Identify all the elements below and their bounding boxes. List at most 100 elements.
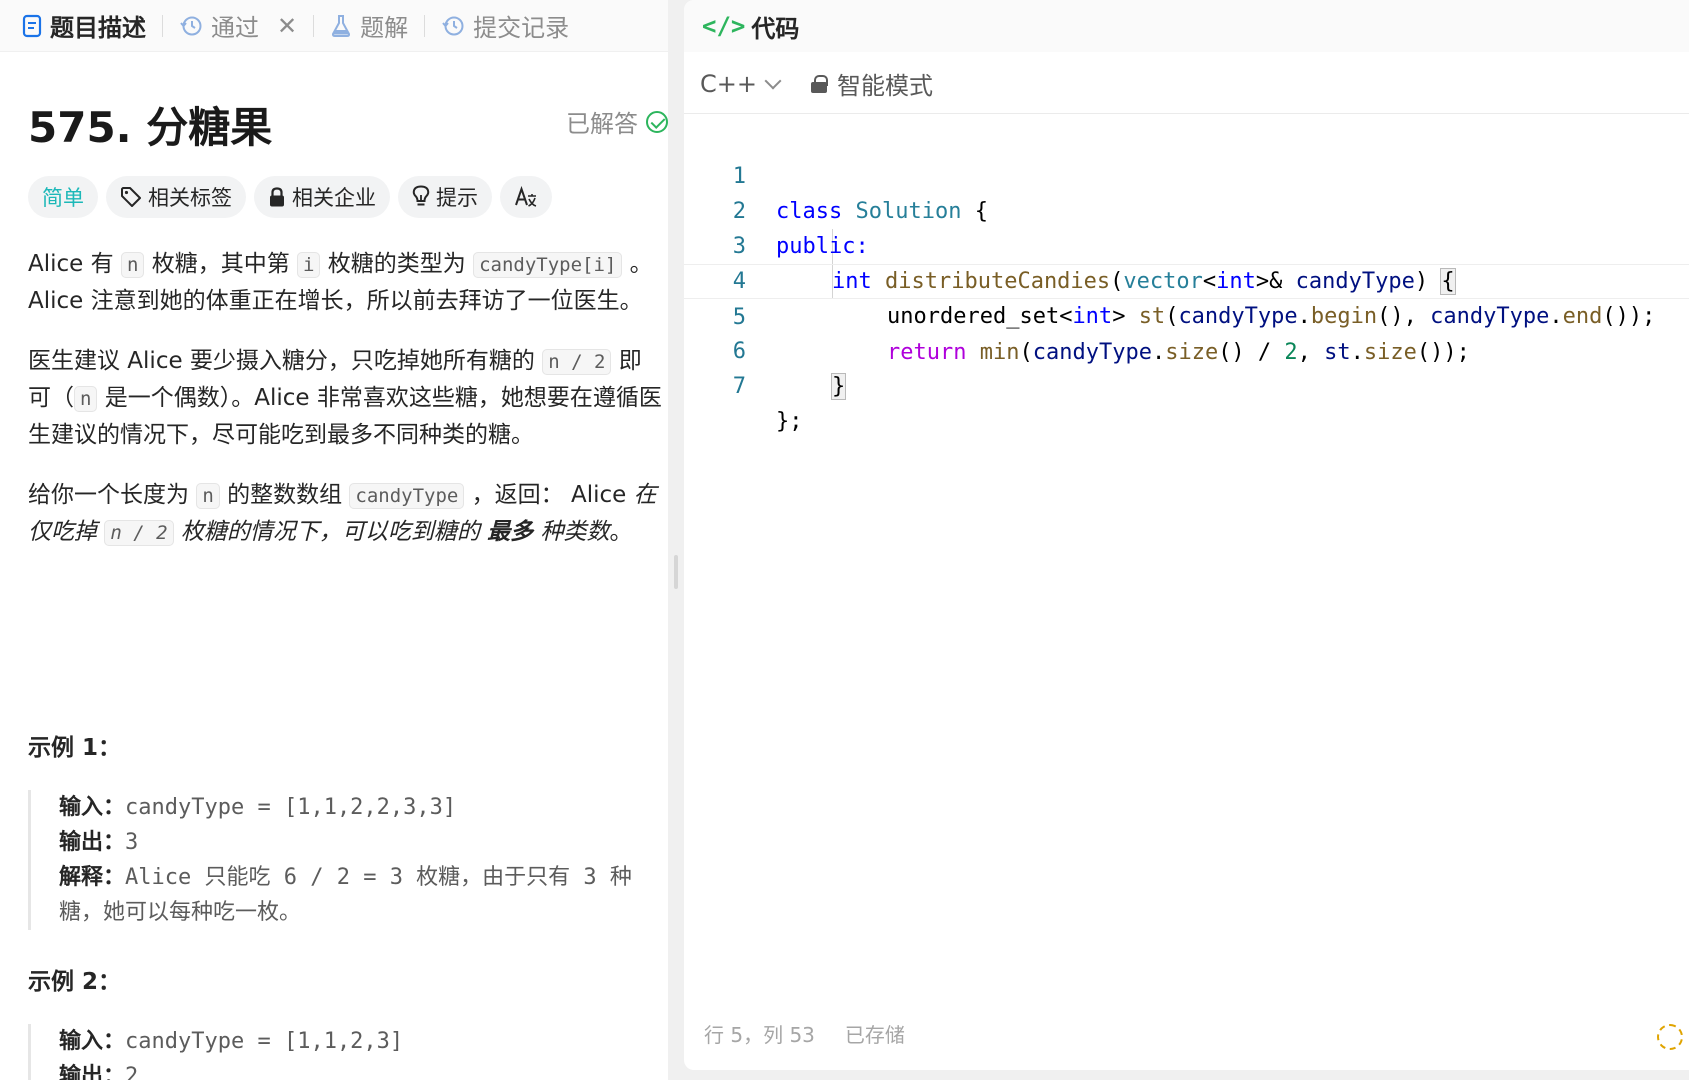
save-status: 已存储 — [844, 1023, 905, 1047]
description-paragraph: 给你一个长度为 n 的整数数组 candyType ，返回： Alice 在仅吃… — [28, 477, 664, 551]
bracket-match: } — [830, 373, 847, 400]
inline-code: n — [196, 483, 220, 509]
desc-text: 枚糖，其中第 — [144, 251, 298, 277]
problem-tags: 简单 相关标签 相关企业 提示 — [28, 176, 552, 218]
code-text: } — [830, 369, 847, 404]
settings-badge-icon[interactable] — [1657, 1024, 1683, 1050]
mode-label: 智能模式 — [836, 72, 933, 100]
desc-text: ，返回： Alice — [464, 482, 634, 508]
problem-description: Alice 有 n 枚糖，其中第 i 枚糖的类型为 candyType[i] 。… — [28, 246, 664, 575]
example-title: 示例 2： — [28, 969, 122, 995]
chevron-down-icon — [764, 72, 782, 89]
hint-label: 提示 — [436, 186, 478, 210]
description-paragraph: Alice 有 n 枚糖，其中第 i 枚糖的类型为 candyType[i] 。… — [28, 246, 664, 319]
explain-value: Alice 只能吃 6 / 2 = 3 枚糖，由于只有 3 种糖，她可以每种吃一… — [59, 865, 632, 925]
tab-submissions[interactable]: 提交记录 — [425, 0, 585, 52]
code-panel-header: </> 代码 — [684, 0, 1689, 52]
code-line[interactable]: 1 class Solution { — [684, 124, 1689, 224]
hint-button[interactable]: 提示 — [398, 176, 492, 218]
inline-code: candyType — [349, 483, 465, 509]
problem-title[interactable]: 575. 分糖果 — [28, 94, 272, 155]
cursor-position: 行 5，列 53 — [704, 1023, 815, 1047]
inline-code: n — [74, 386, 98, 412]
line-number: 7 — [732, 374, 746, 399]
lock-icon — [810, 74, 828, 93]
code-text: }; — [776, 409, 803, 434]
description-icon — [22, 14, 42, 37]
language-select[interactable]: C++ — [700, 69, 782, 98]
history-icon — [442, 16, 464, 35]
desc-italic-text: 枚糖的情况下，可以吃到糖的 — [173, 519, 488, 545]
example-block: 输入：candyType = [1,1,2,2,3,3] 输出：3 解释：Ali… — [28, 790, 668, 930]
problem-tabs: 题目描述 通过 ✕ 题解 提交记录 — [0, 0, 668, 52]
check-circle-icon — [646, 110, 668, 133]
desc-text: 。 — [609, 519, 633, 545]
tab-submissions-label: 提交记录 — [473, 14, 570, 42]
translate-button[interactable] — [500, 176, 552, 218]
tag-icon — [121, 187, 141, 207]
editor-status-bar: 行 5，列 53 已存储 — [704, 1019, 905, 1048]
inline-code: candyType[i] — [473, 252, 623, 278]
translate-icon — [515, 186, 537, 207]
inline-code: n / 2 — [542, 349, 612, 375]
code-icon: </> — [702, 12, 746, 40]
example-input: 输入：candyType = [1,1,2,2,3,3] — [59, 790, 668, 825]
drag-grip-icon[interactable] — [674, 555, 678, 589]
tab-description-label: 题目描述 — [50, 14, 146, 42]
difficulty-badge[interactable]: 简单 — [28, 176, 98, 218]
example-explanation: 解释：Alice 只能吃 6 / 2 = 3 枚糖，由于只有 3 种糖，她可以每… — [59, 860, 668, 930]
language-label: C++ — [700, 69, 757, 98]
related-tags-button[interactable]: 相关标签 — [106, 176, 246, 218]
tab-solutions[interactable]: 题解 — [314, 0, 424, 52]
desc-text: 枚糖的类型为 — [320, 251, 474, 277]
output-value: 2 — [125, 1064, 139, 1080]
history-icon — [180, 16, 202, 35]
solved-status: 已解答 — [566, 104, 668, 139]
editor-toolbar: C++ 智能模式 — [684, 54, 1689, 114]
code-panel-title: 代码 — [751, 14, 800, 43]
input-label: 输入： — [59, 795, 126, 820]
code-line[interactable]: 6 } — [684, 299, 1689, 400]
companies-button[interactable]: 相关企业 — [254, 176, 390, 218]
code-line-active[interactable]: 5 return min(candyType.size() / 2, st.si… — [684, 264, 1689, 365]
desc-bold-text: 最多 — [487, 519, 534, 545]
code-editor[interactable]: 1 class Solution { 2 public: 3 int distr… — [684, 124, 1689, 434]
tab-solutions-label: 题解 — [360, 14, 409, 42]
desc-text: 是一个偶数）。Alice 非常喜欢这些糖，她想要在遵循医生建议的情况下，尽可能吃… — [28, 385, 662, 448]
lock-icon — [270, 187, 284, 207]
input-value: candyType = [1,1,2,2,3,3] — [125, 795, 457, 820]
description-paragraph: 医生建议 Alice 要少摄入糖分，只吃掉她所有糖的 n / 2 即可（ n 是一… — [28, 343, 664, 453]
output-label: 输出： — [59, 1064, 126, 1080]
example-title: 示例 1： — [28, 735, 122, 761]
code-panel: </> 代码 C++ 智能模式 1 class Solution { 2 pub… — [684, 0, 1689, 1070]
example-output: 输出：3 — [59, 825, 668, 860]
related-tags-label: 相关标签 — [148, 186, 232, 210]
desc-text: 给你一个长度为 — [28, 482, 197, 508]
tab-description[interactable]: 题目描述 — [22, 0, 162, 52]
output-label: 输出： — [59, 830, 126, 855]
inline-code: n — [120, 252, 145, 278]
example-input: 输入：candyType = [1,1,2,3] — [59, 1024, 668, 1059]
desc-text: 医生建议 Alice 要少摄入糖分，只吃掉她所有糖的 — [28, 348, 543, 374]
example-output: 输出：2 — [59, 1059, 668, 1080]
desc-text: 的整数数组 — [219, 482, 350, 508]
input-value: candyType = [1,1,2,3] — [125, 1029, 404, 1054]
tab-accepted-label: 通过 — [211, 14, 259, 42]
problem-header: 575. 分糖果 已解答 — [28, 90, 668, 152]
code-line[interactable]: 2 public: — [684, 159, 1689, 259]
close-icon[interactable]: ✕ — [277, 12, 297, 40]
lightbulb-icon — [412, 185, 430, 206]
code-line[interactable]: 4 unordered_set<int> st(candyType.begin(… — [684, 229, 1689, 329]
tab-accepted[interactable]: 通过 ✕ — [163, 0, 313, 52]
explain-label: 解释： — [59, 865, 126, 890]
problem-panel: 题目描述 通过 ✕ 题解 提交记录 575. 分糖果 已解答 简单 相关标签 相… — [0, 0, 668, 1080]
panel-resize-handle[interactable] — [668, 0, 684, 1080]
output-value: 3 — [125, 830, 139, 855]
flask-icon — [332, 14, 351, 37]
code-line[interactable]: 7 }; — [684, 334, 1689, 434]
code-line[interactable]: 3 int distributeCandies(vector<int>& can… — [684, 194, 1689, 295]
desc-italic-text: 种类数 — [533, 519, 610, 545]
desc-text: Alice 有 — [28, 251, 121, 277]
smart-mode-toggle[interactable]: 智能模式 — [810, 66, 933, 101]
inline-code: i — [297, 252, 321, 278]
